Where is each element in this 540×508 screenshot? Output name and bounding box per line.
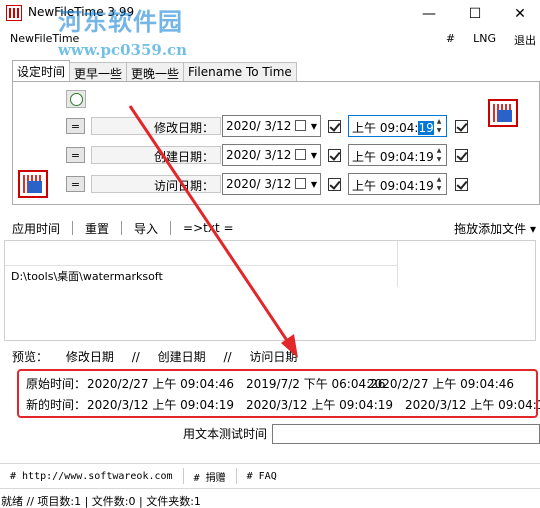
- export-txt-button[interactable]: =>txt =: [171, 221, 246, 235]
- original-modified: 2020/2/27 上午 09:04:46: [87, 377, 235, 391]
- apply-time-button[interactable]: 应用时间: [0, 220, 72, 237]
- accessed-time-field[interactable]: 上午 09:04:19 ▲ ▼: [348, 173, 447, 195]
- chevron-down-icon[interactable]: ▼: [311, 151, 317, 160]
- list-item[interactable]: D:\tools\桌面\watermarksoft: [11, 268, 163, 284]
- app-icon: [6, 5, 22, 21]
- action-toolbar: 应用时间 重置 导入 =>txt = 拖放添加文件 ▾: [0, 218, 540, 238]
- menu-hash[interactable]: #: [446, 32, 455, 46]
- calendar-dropdown-icon[interactable]: [295, 120, 306, 131]
- spin-buttons[interactable]: ▲ ▼: [433, 175, 445, 193]
- file-list[interactable]: D:\tools\桌面\watermarksoft: [4, 240, 536, 341]
- modified-time-field[interactable]: 上午 09:04:19 ▲ ▼: [348, 115, 447, 137]
- accessed-date-checkbox[interactable]: [328, 178, 341, 191]
- new-label: 新的时间：: [26, 398, 87, 412]
- minimize-button[interactable]: —: [406, 0, 452, 28]
- accessed-label: 访问日期：: [153, 179, 214, 193]
- modified-time-checkbox[interactable]: [455, 120, 468, 133]
- new-modified: 2020/3/12 上午 09:04:19: [87, 398, 235, 412]
- top-menu: # LNG 退出: [446, 32, 540, 47]
- original-accessed: 2020/2/27 上午 09:04:46: [367, 377, 515, 391]
- reset-button[interactable]: 重置: [73, 220, 121, 237]
- menu-exit[interactable]: 退出: [514, 32, 536, 47]
- watermark-url: www.pc0359.cn: [58, 41, 188, 59]
- modified-label: 修改日期：: [153, 121, 214, 135]
- preview-header: 预览： 修改日期 // 创建日期 // 访问日期: [12, 348, 311, 365]
- time-value: 上午 09:04:19: [352, 179, 434, 193]
- test-text-label: 用文本测试时间: [183, 427, 268, 441]
- maximize-button[interactable]: ☐: [452, 0, 498, 28]
- date-value: 2020/ 3/12: [226, 177, 292, 191]
- preview-col-accessed: 访问日期: [249, 350, 298, 364]
- close-button[interactable]: ✕: [497, 0, 540, 28]
- new-accessed: 2020/3/12 上午 09:04:19: [405, 398, 540, 412]
- preview-label: 预览：: [12, 350, 49, 364]
- new-created: 2020/3/12 上午 09:04:19: [246, 398, 394, 412]
- drag-add-files-button[interactable]: 拖放添加文件 ▾: [454, 220, 536, 237]
- eq-button[interactable]: =: [66, 118, 85, 134]
- title-bar: NewFileTime 3.99 河东软件园 — ☐ ✕: [0, 0, 540, 36]
- calendar-dropdown-icon[interactable]: [295, 149, 306, 160]
- calendar-dropdown-icon[interactable]: [295, 178, 306, 189]
- preview-sep: //: [131, 350, 140, 364]
- time-value: 上午 09:04:19: [352, 150, 434, 164]
- spin-buttons[interactable]: ▲ ▼: [433, 146, 445, 164]
- list-divider: [397, 241, 398, 287]
- tab-set-time[interactable]: 设定时间: [12, 60, 71, 82]
- preview-col-created: 创建日期: [157, 350, 206, 364]
- import-button[interactable]: 导入: [122, 220, 170, 237]
- chevron-down-icon[interactable]: ▼: [311, 122, 317, 131]
- preview-col-modified: 修改日期: [65, 350, 114, 364]
- created-date-checkbox[interactable]: [328, 149, 341, 162]
- accessed-time-checkbox[interactable]: [455, 178, 468, 191]
- accessed-row: = 访问日期： 2020/ 3/12 ▼ 上午 09:04:19 ▲ ▼: [0, 173, 540, 197]
- created-date-picker[interactable]: 2020/ 3/12 ▼: [222, 144, 321, 166]
- donate-link[interactable]: # 捐赠: [184, 469, 236, 484]
- created-row: = 创建日期： 2020/ 3/12 ▼ 上午 09:04:19 ▲ ▼: [0, 144, 540, 168]
- eq-button[interactable]: =: [66, 176, 85, 192]
- original-created: 2019/7/2 下午 06:04:26: [246, 377, 386, 391]
- modified-date-checkbox[interactable]: [328, 120, 341, 133]
- accessed-date-picker[interactable]: 2020/ 3/12 ▼: [222, 173, 321, 195]
- status-bar: 就绪 // 项目数:1 | 文件数:0 | 文件夹数:1: [1, 495, 201, 508]
- links-bar: # http://www.softwareok.com # 捐赠 # FAQ: [0, 463, 540, 489]
- original-label: 原始时间：: [26, 377, 87, 391]
- modified-date-picker[interactable]: 2020/ 3/12 ▼: [222, 115, 321, 137]
- tab-earlier[interactable]: 更早一些: [69, 62, 128, 82]
- date-value: 2020/ 3/12: [226, 148, 292, 162]
- eq-button[interactable]: =: [66, 147, 85, 163]
- chevron-down-icon[interactable]: ▼: [311, 180, 317, 189]
- date-value: 2020/ 3/12: [226, 119, 292, 133]
- modified-row: = 修改日期： 2020/ 3/12 ▼ 上午 09:04:19 ▲ ▼: [0, 115, 540, 139]
- faq-link[interactable]: # FAQ: [237, 471, 287, 482]
- preview-sep: //: [223, 350, 232, 364]
- time-selected-seconds: 19: [418, 121, 434, 135]
- created-time-checkbox[interactable]: [455, 149, 468, 162]
- spin-buttons[interactable]: ▲ ▼: [433, 117, 445, 135]
- created-time-field[interactable]: 上午 09:04:19 ▲ ▼: [348, 144, 447, 166]
- clock-icon[interactable]: [66, 90, 86, 108]
- list-divider: [5, 265, 397, 266]
- menu-lng[interactable]: LNG: [473, 32, 496, 46]
- tab-later[interactable]: 更晚一些: [126, 62, 185, 82]
- time-value: 上午 09:04:: [352, 121, 419, 135]
- created-label: 创建日期：: [153, 150, 214, 164]
- preview-highlight-box: 原始时间： 2020/2/27 上午 09:04:46 2019/7/2 下午 …: [17, 369, 540, 418]
- tab-bar: 设定时间 更早一些 更晚一些 Filename To Time: [12, 60, 297, 82]
- tab-filename-to-time[interactable]: Filename To Time: [183, 62, 297, 82]
- website-link[interactable]: # http://www.softwareok.com: [0, 471, 183, 482]
- test-text-input[interactable]: [272, 424, 540, 444]
